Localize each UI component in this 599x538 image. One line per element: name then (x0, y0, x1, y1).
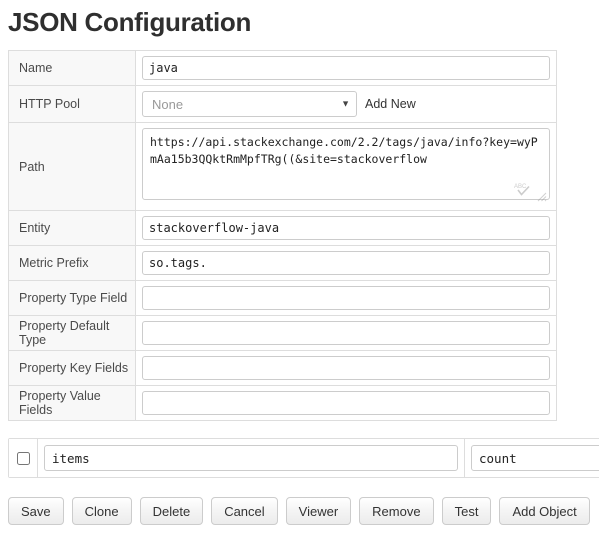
form-row-http-pool: HTTP Pool None ▼ Add New (9, 86, 556, 123)
form-row-entity: Entity (9, 211, 556, 246)
chevron-down-icon: ▼ (341, 98, 350, 109)
page-title: JSON Configuration (8, 7, 252, 37)
object-path-cell (38, 439, 465, 477)
viewer-button[interactable]: Viewer (285, 497, 352, 525)
field-label-property-value-fields: Property Value Fields (9, 386, 136, 420)
field-cell-metric-prefix (136, 246, 556, 280)
object-count-input[interactable] (471, 445, 599, 471)
object-count-cell (465, 439, 599, 477)
name-input[interactable] (142, 56, 550, 80)
property-default-type-input[interactable] (142, 321, 550, 345)
form-row-property-default-type: Property Default Type (9, 316, 556, 351)
delete-button[interactable]: Delete (139, 497, 204, 525)
form-row-name: Name (9, 51, 556, 86)
field-cell-entity (136, 211, 556, 245)
object-select-checkbox[interactable] (16, 451, 30, 465)
field-label-entity: Entity (9, 211, 136, 245)
metric-prefix-input[interactable] (142, 251, 550, 275)
property-key-fields-input[interactable] (142, 356, 550, 380)
field-label-property-key-fields: Property Key Fields (9, 351, 136, 385)
cancel-button[interactable]: Cancel (211, 497, 278, 525)
field-cell-http-pool: None ▼ Add New (136, 86, 556, 122)
field-cell-property-default-type (136, 316, 556, 350)
field-label-http-pool: HTTP Pool (9, 86, 136, 122)
save-button[interactable]: Save (8, 497, 64, 525)
clone-button[interactable]: Clone (71, 497, 132, 525)
form-row-path: Path ABC (9, 123, 556, 211)
field-cell-property-value-fields (136, 386, 556, 420)
object-select-cell (9, 439, 38, 477)
field-label-metric-prefix: Metric Prefix (9, 246, 136, 280)
action-button-bar: Save Clone Delete Cancel Viewer Remove T… (8, 497, 590, 525)
remove-button[interactable]: Remove (359, 497, 434, 525)
add-object-button[interactable]: Add Object (499, 497, 590, 525)
field-cell-property-key-fields (136, 351, 556, 385)
field-cell-property-type-field (136, 281, 556, 315)
object-path-input[interactable] (44, 445, 458, 471)
field-cell-name (136, 51, 556, 85)
add-new-link[interactable]: Add New (365, 97, 416, 111)
field-label-name: Name (9, 51, 136, 85)
form-row-property-value-fields: Property Value Fields (9, 386, 556, 421)
object-mapping-row (8, 438, 599, 478)
entity-input[interactable] (142, 216, 550, 240)
http-pool-select[interactable]: None ▼ (142, 91, 357, 117)
field-label-property-default-type: Property Default Type (9, 316, 136, 350)
form-row-property-key-fields: Property Key Fields (9, 351, 556, 386)
form-row-property-type-field: Property Type Field (9, 281, 556, 316)
property-value-fields-input[interactable] (142, 391, 550, 415)
json-configuration-form: Name HTTP Pool None ▼ Add New Path ABC (8, 50, 557, 421)
field-label-property-type-field: Property Type Field (9, 281, 136, 315)
path-textarea-wrap: ABC (142, 128, 550, 205)
http-pool-select-value[interactable]: None (142, 91, 357, 117)
path-textarea[interactable] (142, 128, 550, 200)
test-button[interactable]: Test (441, 497, 492, 525)
field-cell-path: ABC (136, 123, 556, 210)
property-type-field-input[interactable] (142, 286, 550, 310)
field-label-path: Path (9, 123, 136, 210)
form-row-metric-prefix: Metric Prefix (9, 246, 556, 281)
